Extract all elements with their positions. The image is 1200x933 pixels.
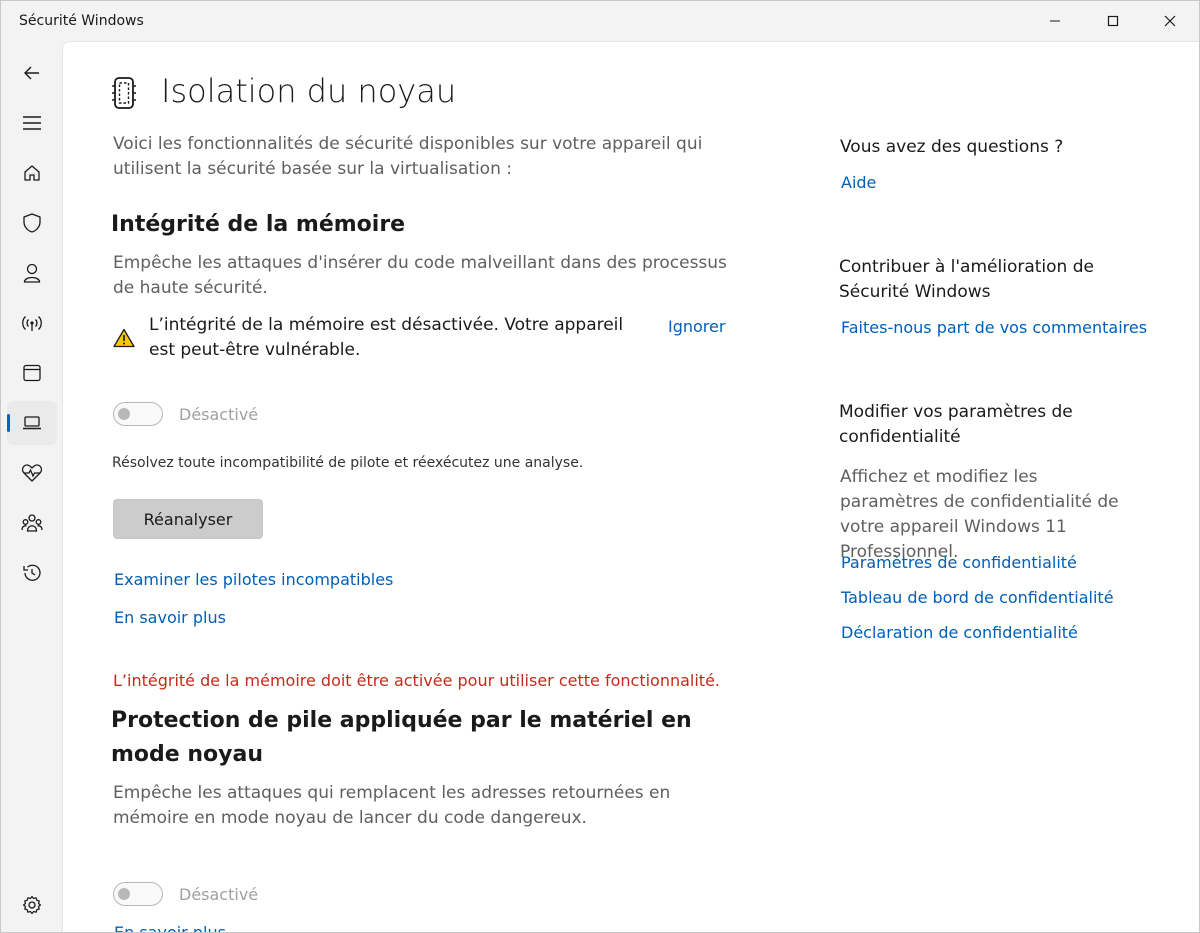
stack-protection-requirement-error: L’intégrité de la mémoire doit être acti…: [113, 671, 721, 690]
examine-incompatible-drivers-link[interactable]: Examiner les pilotes incompatibles: [114, 570, 393, 589]
nav-settings[interactable]: [7, 883, 57, 927]
stack-protection-toggle[interactable]: [113, 882, 163, 906]
minimize-button[interactable]: [1027, 1, 1083, 41]
nav-virus-protection[interactable]: [7, 201, 57, 245]
nav-device-security[interactable]: [7, 401, 57, 445]
stack-protection-description: Empêche les attaques qui remplacent les …: [113, 783, 671, 828]
network-icon: [22, 316, 42, 331]
questions-heading: Vous avez des questions ?: [840, 137, 1064, 157]
contribute-heading: Contribuer à l'amélioration de Sécurité …: [839, 257, 1094, 302]
app-browser-icon: [23, 364, 41, 382]
help-link[interactable]: Aide: [841, 173, 876, 192]
maximize-icon: [1107, 15, 1119, 27]
device-security-icon: [23, 416, 41, 430]
health-heart-icon: [21, 464, 43, 482]
memory-integrity-warning: L’intégrité de la mémoire est désactivée…: [149, 315, 624, 360]
maximize-button[interactable]: [1085, 1, 1141, 41]
window-title: Sécurité Windows: [19, 13, 144, 29]
privacy-heading: Modifier vos paramètres de confidentiali…: [839, 402, 1073, 447]
close-button[interactable]: [1142, 1, 1198, 41]
back-arrow-icon: [24, 66, 39, 80]
toggle-knob: [118, 888, 130, 900]
memory-integrity-heading: Intégrité de la mémoire: [111, 212, 406, 237]
active-indicator: [7, 414, 10, 432]
settings-gear-icon: [22, 895, 42, 915]
family-icon: [21, 514, 43, 532]
warning-icon: [113, 328, 135, 348]
memory-integrity-toggle-label: Désactivé: [179, 405, 259, 424]
close-icon: [1164, 15, 1176, 27]
ignore-warning-link[interactable]: Ignorer: [668, 317, 725, 336]
page-intro: Voici les fonctionnalités de sécurité di…: [113, 134, 703, 179]
core-isolation-chip-icon: [112, 77, 136, 109]
nav-firewall-network[interactable]: [7, 301, 57, 345]
home-icon: [24, 165, 40, 181]
privacy-description: Affichez et modifiez les paramètres de c…: [840, 467, 1119, 562]
shield-icon: [23, 213, 41, 233]
page-title: Isolation du noyau: [161, 72, 457, 110]
menu-button[interactable]: [7, 101, 57, 145]
memory-integrity-toggle[interactable]: [113, 402, 163, 426]
hamburger-menu-icon: [23, 116, 41, 130]
back-button[interactable]: [7, 51, 57, 95]
stack-protection-learn-more-link[interactable]: En savoir plus: [114, 923, 226, 932]
memory-integrity-learn-more-link[interactable]: En savoir plus: [114, 608, 226, 627]
driver-incompatibility-hint: Résolvez toute incompatibilité de pilote…: [112, 455, 584, 471]
stack-protection-toggle-label: Désactivé: [179, 885, 259, 904]
nav-device-performance-health[interactable]: [7, 451, 57, 495]
security-window: Sécurité Windows Isolation du noyau Voic…: [0, 0, 1200, 933]
nav-home[interactable]: [7, 151, 57, 195]
nav-account-protection[interactable]: [7, 251, 57, 295]
rescan-button[interactable]: Réanalyser: [113, 499, 263, 539]
nav-protection-history[interactable]: [7, 551, 57, 595]
history-icon: [23, 564, 41, 581]
nav-family-options[interactable]: [7, 501, 57, 545]
title-bar: Sécurité Windows: [1, 1, 1199, 41]
minimize-icon: [1050, 20, 1060, 22]
privacy-dashboard-link[interactable]: Tableau de bord de confidentialité: [841, 588, 1114, 607]
main-content: Isolation du noyau Voici les fonctionnal…: [62, 41, 1199, 932]
stack-protection-heading: Protection de pile appliquée par le maté…: [111, 708, 692, 767]
nav-app-browser-control[interactable]: [7, 351, 57, 395]
toggle-knob: [118, 408, 130, 420]
account-icon: [23, 263, 41, 283]
feedback-link[interactable]: Faites-nous part de vos commentaires: [841, 318, 1147, 337]
privacy-settings-link[interactable]: Paramètres de confidentialité: [841, 553, 1077, 572]
navigation-sidebar: [1, 41, 62, 932]
privacy-statement-link[interactable]: Déclaration de confidentialité: [841, 623, 1078, 642]
memory-integrity-description: Empêche les attaques d'insérer du code m…: [113, 253, 727, 298]
